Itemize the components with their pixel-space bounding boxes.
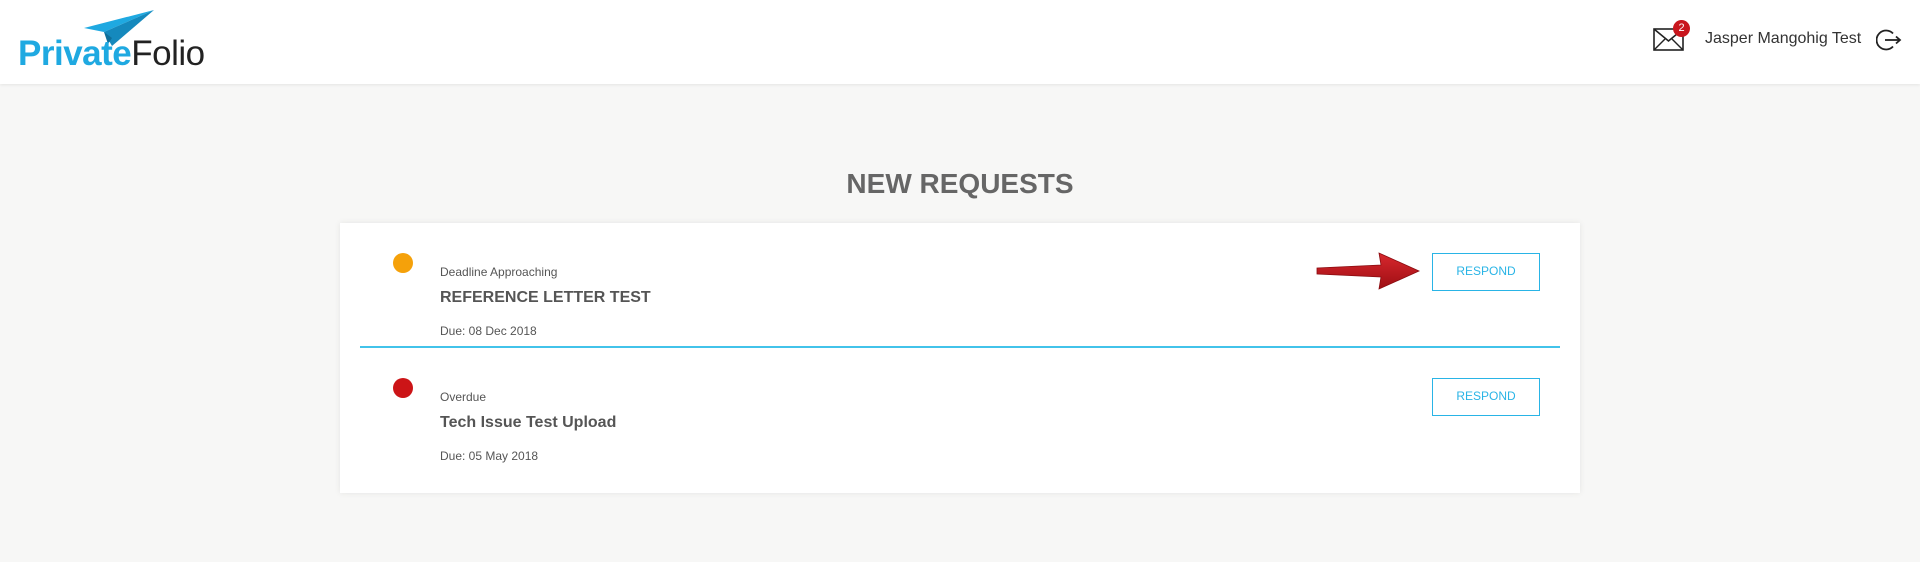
status-indicator-dot: [393, 378, 413, 398]
messages-button[interactable]: 2: [1653, 20, 1690, 52]
request-due-date: Due: 08 Dec 2018: [440, 324, 537, 338]
logo-text-folio: Folio: [131, 34, 205, 73]
page-title: NEW REQUESTS: [846, 168, 1074, 199]
respond-button[interactable]: RESPOND: [1432, 378, 1540, 416]
logo-text-private: Private: [18, 34, 132, 73]
request-status: Deadline Approaching: [440, 265, 558, 279]
logout-icon: [1875, 29, 1902, 51]
request-item: Overdue Tech Issue Test Upload Due: 05 M…: [360, 348, 1560, 473]
request-due-date: Due: 05 May 2018: [440, 449, 539, 463]
arrow-annotation-icon: [1316, 252, 1420, 290]
top-navbar: PrivateFolio 2 Jasper Mangohig Test: [0, 0, 1920, 84]
logo-wordmark: PrivateFolio: [18, 34, 205, 74]
request-title: Tech Issue Test Upload: [440, 414, 617, 431]
logout-button[interactable]: [1875, 27, 1902, 53]
unread-count-badge: 2: [1673, 20, 1690, 37]
request-status: Overdue: [440, 390, 487, 404]
status-indicator-dot: [393, 253, 413, 273]
respond-button[interactable]: RESPOND: [1432, 253, 1540, 291]
privatefolio-logo[interactable]: PrivateFolio: [18, 10, 208, 74]
user-name[interactable]: Jasper Mangohig Test: [1705, 30, 1861, 48]
request-title: REFERENCE LETTER TEST: [440, 289, 651, 306]
